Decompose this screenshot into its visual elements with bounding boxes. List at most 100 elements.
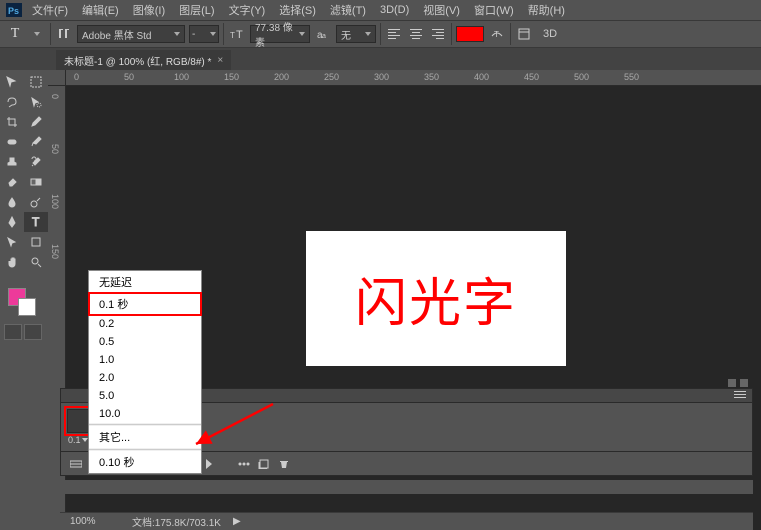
zoom-level[interactable]: 100%: [70, 516, 120, 527]
last-frame-icon[interactable]: [203, 457, 217, 471]
document-tab-bar: 未标题-1 @ 100% (红, RGB/8#) * ×: [0, 48, 761, 70]
brush-tool-icon[interactable]: [24, 132, 48, 152]
path-select-tool-icon[interactable]: [0, 232, 24, 252]
new-frame-icon[interactable]: [257, 457, 271, 471]
delay-menu-current[interactable]: 0.10 秒: [89, 451, 201, 473]
hand-tool-icon[interactable]: [0, 252, 24, 272]
menu-select[interactable]: 选择(S): [273, 0, 322, 20]
healing-tool-icon[interactable]: [0, 132, 24, 152]
document-tab[interactable]: 未标题-1 @ 100% (红, RGB/8#) * ×: [56, 50, 231, 70]
artboard[interactable]: 闪光字: [306, 231, 566, 366]
align-right-icon[interactable]: [429, 25, 447, 43]
ruler-tick: 50: [50, 144, 60, 154]
ruler-tick: 400: [474, 72, 489, 82]
separator: [451, 23, 452, 45]
separator: [50, 23, 51, 45]
menu-file[interactable]: 文件(F): [26, 0, 74, 20]
frame-delay-value[interactable]: 0.1: [68, 435, 81, 445]
menu-type[interactable]: 文字(Y): [223, 0, 272, 20]
delay-menu-item[interactable]: 0.5: [89, 333, 201, 351]
ruler-tick: 150: [50, 244, 60, 259]
ruler-corner: [48, 70, 66, 86]
eyedropper-tool-icon[interactable]: [24, 112, 48, 132]
menu-view[interactable]: 视图(V): [417, 0, 466, 20]
anti-alias-select[interactable]: 无: [336, 25, 376, 43]
convert-timeline-icon[interactable]: [69, 457, 83, 471]
font-family-value: Adobe 黑体 Std: [82, 27, 151, 42]
align-left-icon[interactable]: [385, 25, 403, 43]
marquee-tool-icon[interactable]: [24, 72, 48, 92]
delay-menu-other[interactable]: 其它...: [89, 426, 201, 448]
font-family-select[interactable]: Adobe 黑体 Std: [77, 25, 185, 43]
status-menu-icon[interactable]: ▶: [233, 516, 241, 527]
menu-3d[interactable]: 3D(D): [374, 2, 415, 18]
menu-help[interactable]: 帮助(H): [522, 0, 571, 20]
tween-icon[interactable]: [237, 457, 251, 471]
history-brush-tool-icon[interactable]: [24, 152, 48, 172]
document-tab-title: 未标题-1 @ 100% (红, RGB/8#) *: [64, 53, 211, 68]
type-tool-icon[interactable]: T: [24, 212, 48, 232]
background-color-swatch[interactable]: [18, 298, 36, 316]
quick-mask-icon[interactable]: [24, 324, 42, 340]
secondary-ruler: [60, 480, 753, 494]
ruler-tick: 200: [274, 72, 289, 82]
font-size-input[interactable]: 77.38 像素: [250, 25, 310, 43]
preset-picker-icon[interactable]: [28, 25, 46, 43]
zoom-tool-icon[interactable]: [24, 252, 48, 272]
move-tool-icon[interactable]: [0, 72, 24, 92]
3d-label: 3D: [543, 28, 557, 40]
panel-dock-icons[interactable]: [728, 379, 748, 387]
delay-menu-item[interactable]: 5.0: [89, 387, 201, 405]
delay-menu-item[interactable]: 0.1 秒: [89, 293, 201, 315]
menu-image[interactable]: 图像(I): [127, 0, 171, 20]
ruler-tick: 250: [324, 72, 339, 82]
canvas-area: 0 50 100 150 200 250 300 350 400 450 500…: [48, 70, 761, 530]
character-panel-icon[interactable]: [515, 25, 533, 43]
menu-layer[interactable]: 图层(L): [173, 0, 220, 20]
shape-tool-icon[interactable]: [24, 232, 48, 252]
svg-text:a: a: [322, 33, 326, 40]
text-color-swatch[interactable]: [456, 26, 484, 42]
svg-text:T: T: [32, 216, 40, 228]
3d-button[interactable]: 3D: [537, 25, 563, 43]
panel-menu-icon[interactable]: [734, 390, 746, 402]
svg-text:T: T: [494, 30, 499, 39]
delay-menu-item[interactable]: 2.0: [89, 369, 201, 387]
menu-window[interactable]: 窗口(W): [468, 0, 520, 20]
font-style-select[interactable]: -: [189, 25, 219, 43]
svg-text:T: T: [236, 29, 243, 40]
text-orientation-icon[interactable]: [55, 25, 73, 43]
gradient-tool-icon[interactable]: [24, 172, 48, 192]
separator: [380, 23, 381, 45]
align-center-icon[interactable]: [407, 25, 425, 43]
delay-menu-item[interactable]: 10.0: [89, 405, 201, 423]
menu-filter[interactable]: 滤镜(T): [324, 0, 372, 20]
app-logo: Ps: [4, 2, 24, 18]
pen-tool-icon[interactable]: [0, 212, 24, 232]
ruler-tick: 0: [50, 94, 60, 99]
stamp-tool-icon[interactable]: [0, 152, 24, 172]
status-bar: 100% 文档:175.8K/703.1K ▶: [60, 512, 753, 530]
quick-select-tool-icon[interactable]: [24, 92, 48, 112]
delay-menu-item[interactable]: 1.0: [89, 351, 201, 369]
blur-tool-icon[interactable]: [0, 192, 24, 212]
delete-frame-icon[interactable]: [277, 457, 291, 471]
delay-menu-title[interactable]: 无延迟: [89, 271, 201, 293]
menubar: Ps 文件(F) 编辑(E) 图像(I) 图层(L) 文字(Y) 选择(S) 滤…: [0, 0, 761, 20]
separator: [510, 23, 511, 45]
workspace: T 0 50 100 150 200 250 300 350 400: [0, 70, 761, 530]
svg-text:Ps: Ps: [8, 6, 19, 16]
dodge-tool-icon[interactable]: [24, 192, 48, 212]
warp-text-icon[interactable]: T: [488, 25, 506, 43]
close-tab-icon[interactable]: ×: [217, 55, 223, 66]
eraser-tool-icon[interactable]: [0, 172, 24, 192]
menu-edit[interactable]: 编辑(E): [76, 0, 125, 20]
font-size-value: 77.38 像素: [255, 19, 299, 49]
ruler-tick: 100: [50, 194, 60, 209]
document-info: 文档:175.8K/703.1K: [132, 514, 221, 529]
delay-menu-item[interactable]: 0.2: [89, 315, 201, 333]
frame-delay-menu: 无延迟 0.1 秒 0.2 0.5 1.0 2.0 5.0 10.0 其它...…: [88, 270, 202, 474]
crop-tool-icon[interactable]: [0, 112, 24, 132]
lasso-tool-icon[interactable]: [0, 92, 24, 112]
standard-mode-icon[interactable]: [4, 324, 22, 340]
